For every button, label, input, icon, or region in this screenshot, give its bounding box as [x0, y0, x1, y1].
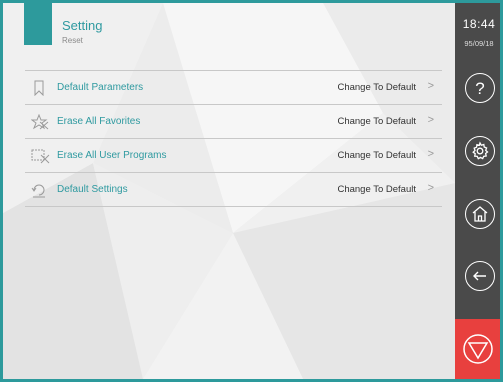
stop-button[interactable]: [455, 319, 500, 379]
chevron-right-icon: >: [427, 114, 434, 126]
row-label: Default Parameters: [57, 82, 144, 93]
help-button[interactable]: ?: [465, 73, 495, 103]
row-label: Default Settings: [57, 184, 128, 195]
page-title: Setting: [62, 18, 103, 33]
list-item-default-settings[interactable]: Default Settings Change To Default >: [25, 173, 442, 207]
change-to-default-button[interactable]: Change To Default: [337, 184, 416, 195]
home-button[interactable]: [465, 199, 495, 229]
chevron-right-icon: >: [427, 148, 434, 160]
settings-reset-icon: [31, 182, 47, 198]
change-to-default-button[interactable]: Change To Default: [337, 116, 416, 127]
back-button[interactable]: [465, 261, 495, 291]
change-to-default-button[interactable]: Change To Default: [337, 150, 416, 161]
erase-star-icon: [30, 113, 49, 130]
row-label: Erase All User Programs: [57, 150, 167, 161]
clock-time: 18:44: [462, 17, 496, 31]
bookmark-icon: [31, 80, 47, 97]
list-item-erase-user-programs[interactable]: Erase All User Programs Change To Defaul…: [25, 139, 442, 173]
list-item-default-parameters[interactable]: Default Parameters Change To Default >: [25, 71, 442, 105]
reset-options-list: Default Parameters Change To Default > E…: [25, 70, 442, 207]
change-to-default-button[interactable]: Change To Default: [337, 82, 416, 93]
gear-icon: [472, 141, 489, 160]
main-panel: Setting Reset Default Parameters Change …: [3, 3, 455, 379]
clock-date: 95/09/18: [464, 39, 494, 48]
header-accent-block: [24, 3, 52, 45]
sidebar: 18:44 95/09/18 ?: [455, 3, 500, 379]
list-item-erase-favorites[interactable]: Erase All Favorites Change To Default >: [25, 105, 442, 139]
settings-button[interactable]: [465, 136, 495, 166]
chevron-right-icon: >: [427, 80, 434, 92]
erase-program-icon: [31, 148, 50, 164]
back-icon: [473, 271, 486, 281]
help-icon: ?: [475, 78, 485, 98]
home-icon: [472, 206, 488, 222]
stop-icon: [462, 334, 493, 364]
chevron-right-icon: >: [427, 182, 434, 194]
row-label: Erase All Favorites: [57, 116, 141, 127]
page-subtitle: Reset: [62, 36, 83, 45]
